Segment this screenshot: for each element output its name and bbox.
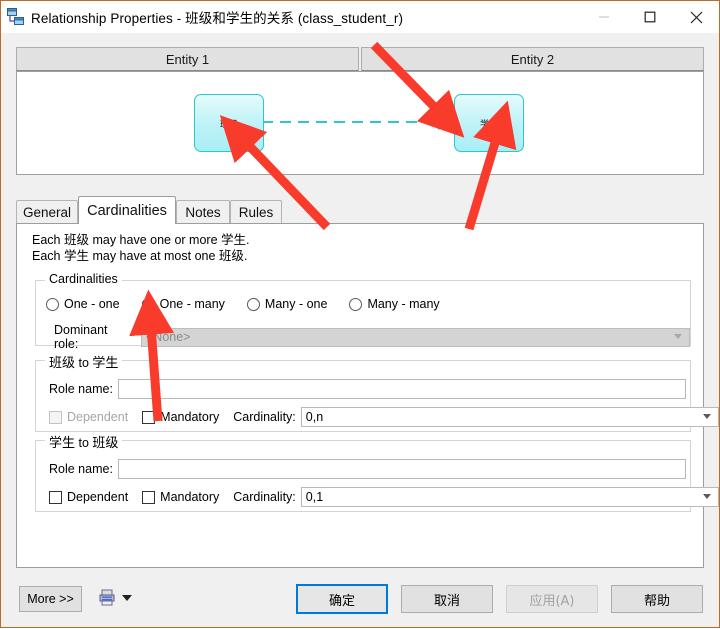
ok-button[interactable]: 确定 [296,584,388,614]
description-line-1: Each 班级 may have one or more 学生. [32,232,250,247]
relationship-diagram-canvas: 班级 学生 [16,71,704,175]
entity-1-header[interactable]: Entity 1 [16,47,359,71]
tab-strip: General Cardinalities Notes Rules [16,196,704,224]
radio-many-one[interactable]: Many - one [246,297,327,311]
role-group-a: 班级 to 学生 Role name: Dependent Mandatory … [35,352,719,432]
role-a-name-row: Role name: [49,379,686,399]
checkbox-icon [49,410,62,424]
cardinality-radio-group: One - one One - many Many - one Many - m… [46,297,462,311]
help-button[interactable]: 帮助 [611,585,703,613]
tab-general[interactable]: General [16,200,78,224]
apply-button[interactable]: 应用(A) [506,585,598,613]
dialog-button-bar: More >> 确定 取消 应用(A) 帮助 [1,571,719,627]
dominant-role-label: Dominant role: [54,323,108,351]
cardinalities-group-label: Cardinalities [45,272,122,286]
maximize-button[interactable] [627,1,673,33]
minimize-button[interactable] [581,1,627,33]
role-a-cardinality-select[interactable]: 0,n [300,407,719,427]
radio-dot-icon [141,297,155,311]
radio-many-many[interactable]: Many - many [349,297,440,311]
chevron-down-icon [674,334,682,339]
role-b-cardinality-label: Cardinality: [233,490,296,504]
role-b-options-row: Dependent Mandatory Cardinality: 0,1 [49,487,719,507]
cancel-button[interactable]: 取消 [401,585,493,613]
cardinalities-group: Cardinalities One - one One - many Many … [35,272,691,351]
role-a-options-row: Dependent Mandatory Cardinality: 0,n [49,407,719,427]
radio-one-many[interactable]: One - many [141,297,225,311]
role-b-cardinality-select[interactable]: 0,1 [300,487,719,507]
radio-dot-icon [349,297,363,311]
role-a-name-input[interactable] [117,379,686,399]
entity-header-strip: Entity 1 Entity 2 [16,47,704,71]
checkbox-icon [49,490,62,504]
relationship-icon [7,8,25,26]
role-b-name-input[interactable] [117,459,686,479]
entity-box-2[interactable]: 学生 [454,94,524,152]
relationship-properties-dialog: Relationship Properties - 班级和学生的关系 (clas… [0,0,720,628]
entity-box-1[interactable]: 班级 [194,94,264,152]
title-bar: Relationship Properties - 班级和学生的关系 (clas… [1,1,719,33]
tab-notes[interactable]: Notes [176,200,230,224]
chevron-down-icon[interactable] [122,594,132,601]
cardinalities-tab-page: Each 班级 may have one or more 学生. Each 学生… [16,223,719,568]
chevron-down-icon [702,494,711,499]
role-group-b: 学生 to 班级 Role name: Dependent Mandatory … [35,432,719,512]
connector-line [262,114,455,130]
close-button[interactable] [673,1,719,33]
chevron-down-icon [702,414,711,419]
window-title: Relationship Properties - 班级和学生的关系 (clas… [31,11,404,26]
role-a-cardinality-value: 0,n [305,410,324,424]
dominant-role-row: Dominant role: <None> [54,323,690,351]
role-b-cardinality-value: 0,1 [305,490,324,504]
tab-cardinalities[interactable]: Cardinalities [78,196,176,224]
checkbox-icon [142,490,156,504]
role-group-a-label: 班级 to 学生 [45,352,123,371]
role-a-cardinality-label: Cardinality: [233,410,296,424]
radio-dot-icon [46,297,59,311]
role-b-mandatory-checkbox[interactable]: Mandatory [142,490,219,504]
relationship-description: Each 班级 may have one or more 学生. Each 学生… [32,232,250,264]
role-b-name-label: Role name: [49,462,113,476]
tab-rules[interactable]: Rules [230,200,282,224]
dominant-role-select[interactable]: <None> [141,327,690,347]
checkbox-icon [142,410,156,424]
window-controls [581,1,719,33]
radio-one-one[interactable]: One - one [46,297,120,311]
role-group-b-label: 学生 to 班级 [45,432,123,451]
role-a-dependent-checkbox[interactable]: Dependent [49,410,128,424]
entity-2-header[interactable]: Entity 2 [361,47,704,71]
role-b-name-row: Role name: [49,459,686,479]
description-line-2: Each 学生 may have at most one 班级. [32,248,248,263]
print-tool-group[interactable] [99,589,132,606]
role-b-dependent-checkbox[interactable]: Dependent [49,490,128,504]
dominant-role-value: <None> [146,330,191,344]
radio-dot-icon [246,297,260,311]
more-button[interactable]: More >> [19,586,82,612]
role-a-mandatory-checkbox[interactable]: Mandatory [142,410,219,424]
print-report-icon[interactable] [99,589,115,606]
role-a-name-label: Role name: [49,382,113,396]
